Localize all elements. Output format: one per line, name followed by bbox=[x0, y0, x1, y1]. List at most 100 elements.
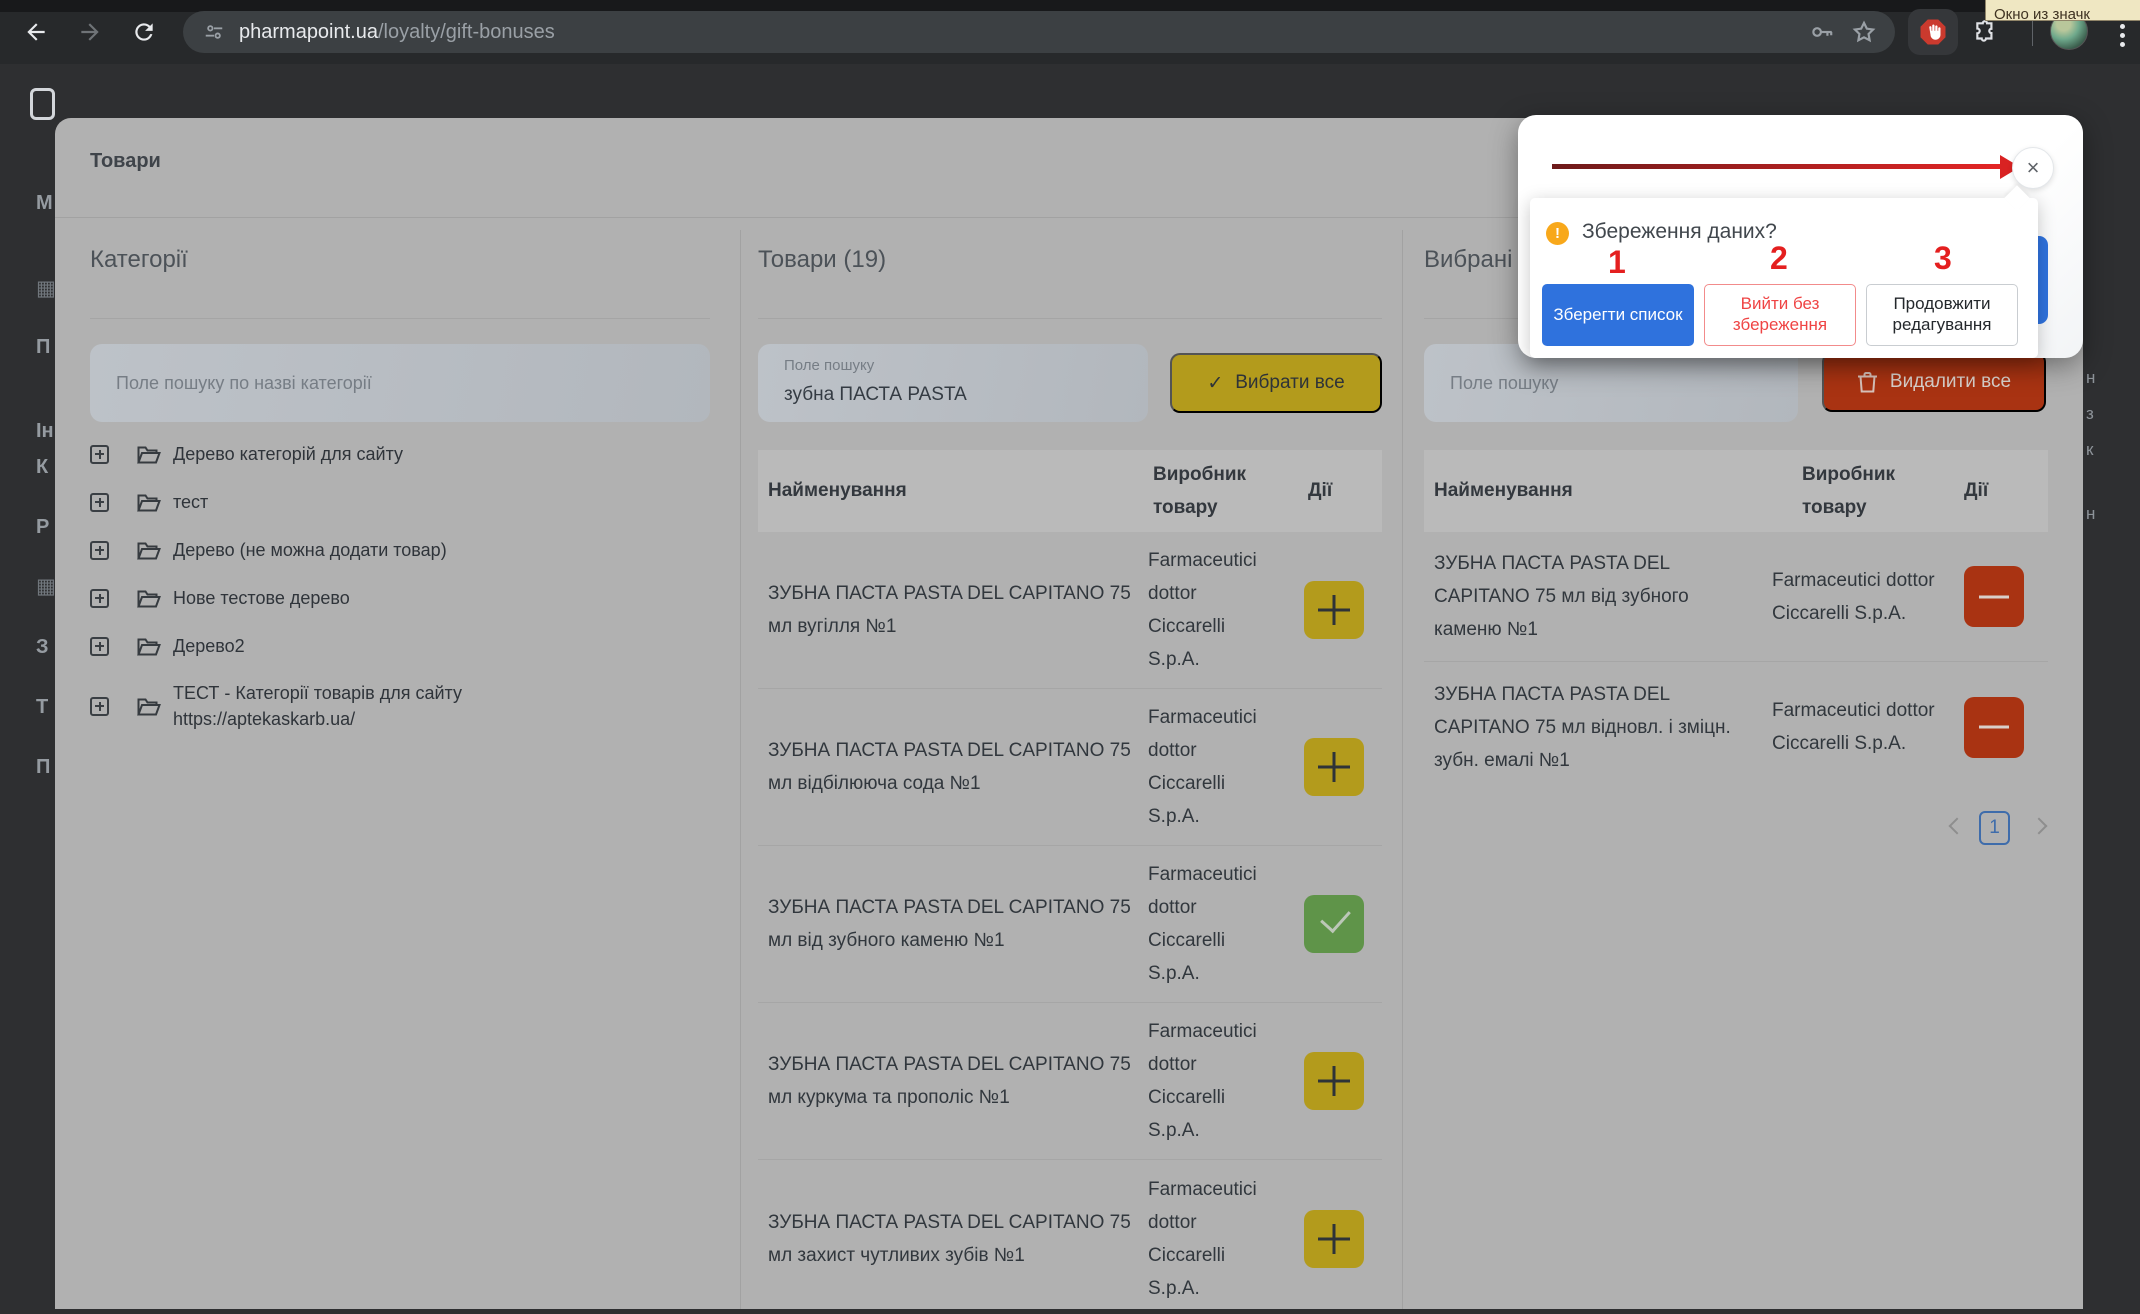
categories-tree: Дерево категорій для сайту тест Дерево (… bbox=[90, 430, 710, 742]
annotation-number-2: 2 bbox=[1770, 240, 1788, 276]
table-row: ЗУБНА ПАСТА PASTA DEL CAPITANO 75 мл від… bbox=[758, 689, 1382, 846]
product-manufacturer: Farmaceutici dottor Ciccarelli S.p.A. bbox=[1772, 569, 1935, 624]
tree-item[interactable]: Дерево2 bbox=[90, 622, 710, 670]
tree-item[interactable]: Нове тестове дерево bbox=[90, 574, 710, 622]
address-bar[interactable]: pharmapoint.ua/loyalty/gift-bonuses bbox=[183, 11, 1895, 53]
tree-item[interactable]: тест bbox=[90, 478, 710, 526]
add-product-button[interactable] bbox=[1304, 581, 1364, 639]
exit-without-saving-button[interactable]: Вийти без збереження bbox=[1704, 284, 1856, 346]
product-added-button[interactable] bbox=[1304, 895, 1364, 953]
check-icon: ✓ bbox=[1207, 372, 1224, 394]
remove-product-button[interactable] bbox=[1964, 696, 2024, 758]
product-manufacturer: Farmaceutici dottor Ciccarelli S.p.A. bbox=[1772, 700, 1935, 754]
select-all-button[interactable]: ✓ Вибрати все bbox=[1170, 353, 1382, 413]
expand-plus-icon[interactable] bbox=[90, 444, 109, 464]
column-header-name: Найменування bbox=[1434, 480, 1573, 501]
column-header-manufacturer: Виробник товару bbox=[1153, 464, 1247, 518]
categories-search-input[interactable]: Поле пошуку по назві категорії bbox=[90, 344, 710, 422]
password-key-icon[interactable] bbox=[1809, 19, 1835, 45]
products-search-input[interactable]: Поле пошуку зубна ПАСТА PASTA bbox=[758, 344, 1148, 422]
tree-item[interactable]: Дерево категорій для сайту bbox=[90, 430, 710, 478]
column-divider bbox=[740, 230, 741, 1309]
product-name: ЗУБНА ПАСТА PASTA DEL CAPITANO 75 мл від… bbox=[1434, 553, 1689, 640]
selected-table-header: Найменування Виробник товару Дії bbox=[1424, 450, 2048, 532]
expand-plus-icon[interactable] bbox=[90, 492, 109, 512]
next-page-icon[interactable] bbox=[2030, 817, 2048, 835]
products-search-label: Поле пошуку bbox=[784, 357, 875, 374]
categories-heading: Категорії bbox=[90, 246, 188, 273]
column-header-manufacturer: Виробник товару bbox=[1802, 464, 1896, 518]
tree-item[interactable]: Дерево (не можна додати товар) bbox=[90, 526, 710, 574]
expand-plus-icon[interactable] bbox=[90, 636, 109, 656]
page-text-fragment: н bbox=[2086, 368, 2096, 387]
product-manufacturer: Farmaceutici dottor Ciccarelli S.p.A. bbox=[1148, 1178, 1257, 1299]
close-icon[interactable]: × bbox=[2012, 147, 2054, 189]
add-product-button[interactable] bbox=[1304, 1209, 1364, 1268]
page-text-fragment: н bbox=[2086, 504, 2096, 523]
add-product-button[interactable] bbox=[1304, 1052, 1364, 1110]
sidebar-grid-icon: ▦ bbox=[36, 277, 56, 300]
table-row: ЗУБНА ПАСТА PASTA DEL CAPITANO 75 мл вуг… bbox=[758, 532, 1382, 689]
folder-icon bbox=[137, 637, 161, 656]
folder-icon bbox=[137, 541, 161, 560]
tree-item-label[interactable]: Нове тестове дерево bbox=[173, 585, 350, 611]
products-table-header: Найменування Виробник товару Дії bbox=[758, 450, 1382, 532]
trash-icon bbox=[1857, 370, 1878, 394]
annotation-arrow bbox=[1552, 164, 2004, 169]
products-table: ЗУБНА ПАСТА PASTA DEL CAPITANO 75 мл вуг… bbox=[758, 532, 1382, 1309]
back-icon[interactable] bbox=[18, 14, 54, 50]
window-tooltip-fragment: Окно из значк bbox=[1985, 0, 2140, 21]
divider bbox=[90, 318, 710, 319]
sidebar-document-icon bbox=[30, 88, 55, 120]
tree-item-label[interactable]: тест bbox=[173, 489, 208, 515]
annotation-number-1: 1 bbox=[1608, 244, 1626, 280]
delete-all-button[interactable]: Видалити все bbox=[1822, 352, 2046, 412]
save-confirmation-popover: ! Збереження даних? 1 2 3 Зберегти списо… bbox=[1530, 185, 2038, 358]
page-number[interactable]: 1 bbox=[1979, 811, 2010, 845]
product-name: ЗУБНА ПАСТА PASTA DEL CAPITANO 75 мл від… bbox=[1434, 683, 1731, 771]
toolbar-separator bbox=[2032, 18, 2033, 46]
bookmark-star-icon[interactable] bbox=[1851, 19, 1877, 45]
folder-icon bbox=[137, 493, 161, 512]
expand-plus-icon[interactable] bbox=[90, 588, 109, 608]
product-manufacturer: Farmaceutici dottor Ciccarelli S.p.A. bbox=[1148, 864, 1257, 984]
table-row: ЗУБНА ПАСТА PASTA DEL CAPITANO 75 мл від… bbox=[1424, 662, 2048, 792]
reload-icon[interactable] bbox=[126, 14, 162, 50]
url-domain: pharmapoint.ua bbox=[239, 20, 378, 43]
selected-search-placeholder: Поле пошуку bbox=[1450, 372, 1559, 393]
table-row: ЗУБНА ПАСТА PASTA DEL CAPITANO 75 мл зах… bbox=[758, 1160, 1382, 1309]
browser-menu-icon[interactable] bbox=[2120, 20, 2126, 51]
expand-plus-icon[interactable] bbox=[90, 540, 109, 560]
product-name: ЗУБНА ПАСТА PASTA DEL CAPITANO 75 мл від… bbox=[768, 897, 1131, 951]
product-name: ЗУБНА ПАСТА PASTA DEL CAPITANO 75 мл від… bbox=[768, 740, 1131, 794]
remove-product-button[interactable] bbox=[1964, 566, 2024, 627]
popover-question: Збереження даних? bbox=[1582, 220, 1777, 243]
adblock-extension-icon[interactable] bbox=[1908, 9, 1958, 55]
product-name: ЗУБНА ПАСТА PASTA DEL CAPITANO 75 мл зах… bbox=[768, 1211, 1131, 1266]
products-search-value: зубна ПАСТА PASTA bbox=[784, 384, 967, 405]
table-row: ЗУБНА ПАСТА PASTA DEL CAPITANO 75 мл від… bbox=[758, 846, 1382, 1003]
tree-item-label[interactable]: Дерево категорій для сайту bbox=[173, 441, 403, 467]
delete-all-label: Видалити все bbox=[1889, 371, 2012, 392]
tree-item-url[interactable]: https://aptekaskarb.ua/ bbox=[173, 706, 462, 732]
folder-icon bbox=[137, 589, 161, 608]
tree-item-label[interactable]: Дерево (не можна додати товар) bbox=[173, 537, 447, 563]
forward-icon[interactable] bbox=[72, 14, 108, 50]
prev-page-icon[interactable] bbox=[1948, 817, 1966, 835]
product-manufacturer: Farmaceutici dottor Ciccarelli S.p.A. bbox=[1148, 707, 1257, 827]
site-settings-icon[interactable] bbox=[203, 21, 225, 43]
product-manufacturer: Farmaceutici dottor Ciccarelli S.p.A. bbox=[1148, 550, 1257, 670]
tree-item[interactable]: ТЕСТ - Категорії товарів для сайту https… bbox=[90, 670, 710, 742]
column-header-actions: Дії bbox=[1964, 480, 1989, 501]
tree-item-label[interactable]: ТЕСТ - Категорії товарів для сайту bbox=[173, 680, 462, 706]
sidebar-grid-icon: ▦ bbox=[36, 575, 56, 598]
column-header-actions: Дії bbox=[1308, 480, 1333, 501]
tree-item-label[interactable]: Дерево2 bbox=[173, 633, 245, 659]
expand-plus-icon[interactable] bbox=[90, 696, 109, 716]
categories-search-placeholder: Поле пошуку по назві категорії bbox=[116, 372, 372, 393]
add-product-button[interactable] bbox=[1304, 738, 1364, 796]
save-list-button[interactable]: Зберегти список bbox=[1542, 284, 1694, 346]
folder-icon bbox=[137, 445, 161, 464]
continue-editing-button[interactable]: Продовжити редагування bbox=[1866, 284, 2018, 346]
column-header-name: Найменування bbox=[768, 480, 907, 501]
